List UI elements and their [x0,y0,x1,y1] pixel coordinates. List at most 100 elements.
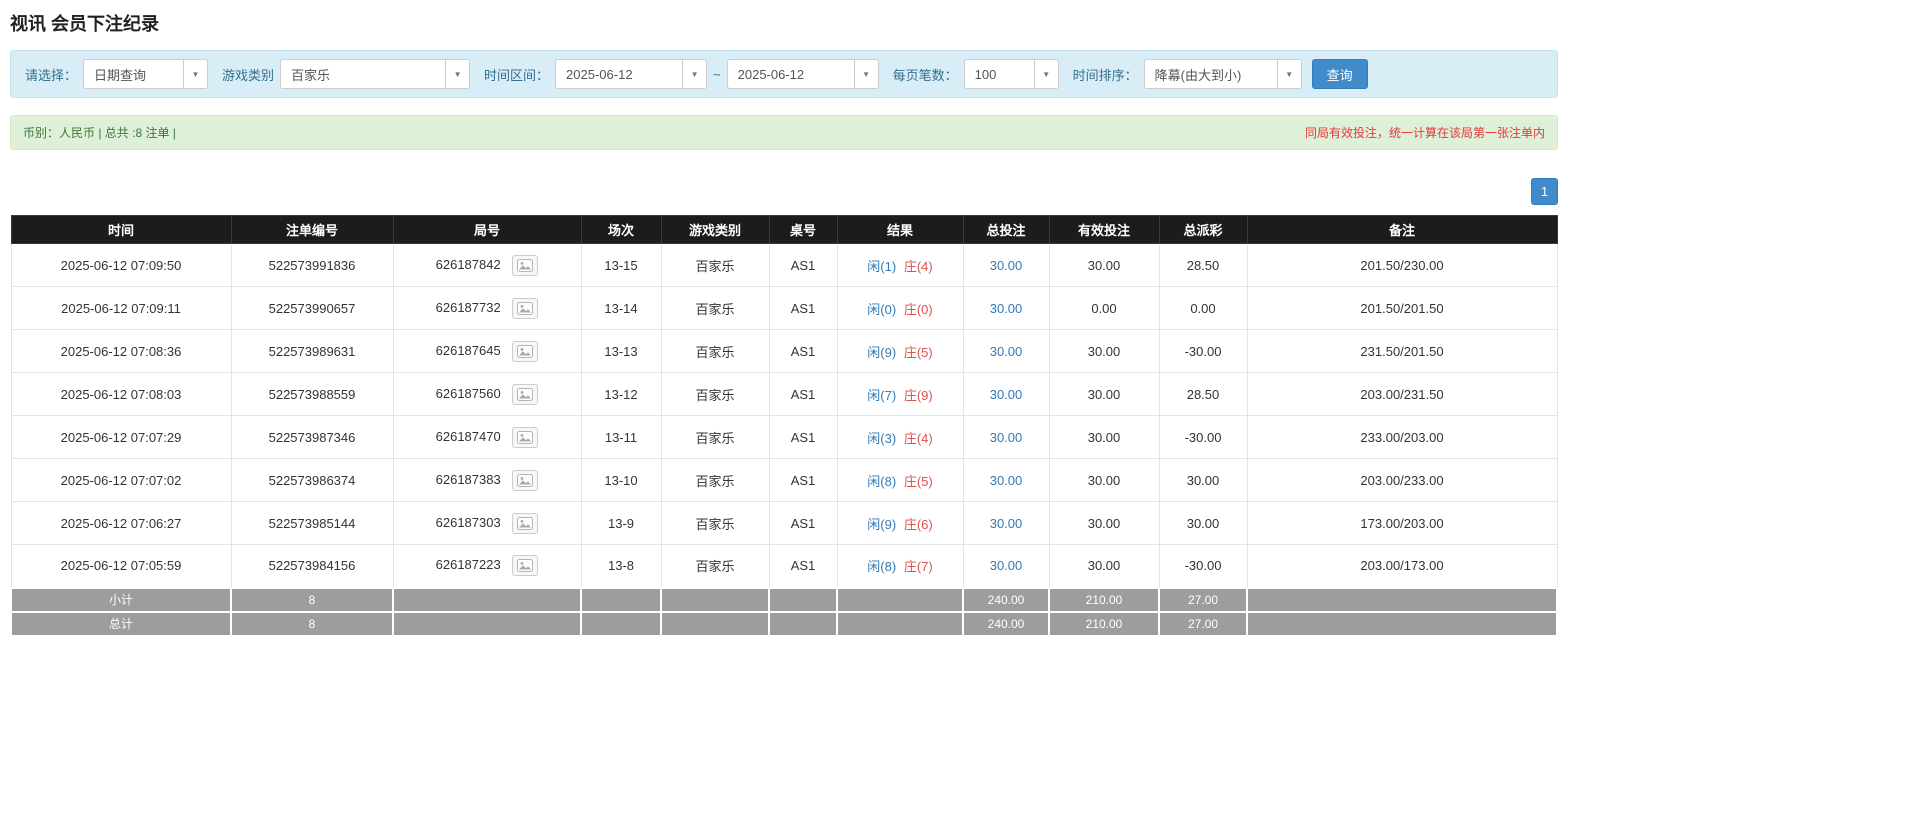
cell-valid-bet: 30.00 [1049,373,1159,416]
grand-total-empty-session [581,612,661,636]
cell-session: 13-13 [581,330,661,373]
grand-total-empty-note [1247,612,1557,636]
grand-total-empty-round [393,612,581,636]
grand-total-valid-bet: 210.00 [1049,612,1159,636]
cell-round: 626187645 [393,330,581,373]
time-range-label: 时间区间： [484,65,549,84]
chevron-down-icon: ▼ [1034,60,1058,88]
cell-total-bet: 30.00 [963,545,1049,588]
cell-total-bet: 30.00 [963,330,1049,373]
cell-table: AS1 [769,330,837,373]
cell-valid-bet: 30.00 [1049,502,1159,545]
round-number: 626187732 [436,299,501,314]
cell-game-type: 百家乐 [661,459,769,502]
result-banker: 庄(5) [904,345,933,360]
table-row: 2025-06-12 07:07:29 522573987346 6261874… [11,416,1557,459]
roadmap-image-icon[interactable] [512,513,538,534]
cell-bet-id: 522573985144 [231,502,393,545]
currency-summary-text: 币别：人民币 | 总共 :8 注单 | [23,124,176,141]
result-player: 闲(9) [867,345,896,360]
cell-game-type: 百家乐 [661,287,769,330]
cell-valid-bet: 30.00 [1049,545,1159,588]
subtotal-empty-game [661,588,769,612]
roadmap-image-icon[interactable] [512,555,538,576]
result-player: 闲(9) [867,517,896,532]
header-valid-bet: 有效投注 [1049,216,1159,244]
grand-total-count: 8 [231,612,393,636]
range-separator: ~ [713,67,721,82]
total-bet-link[interactable]: 30.00 [990,301,1023,316]
bets-table: 时间 注单编号 局号 场次 游戏类别 桌号 结果 总投注 有效投注 总派彩 备注… [10,215,1558,637]
cell-time: 2025-06-12 07:07:29 [11,416,231,459]
cell-payout: 0.00 [1159,287,1247,330]
roadmap-image-icon[interactable] [512,427,538,448]
roadmap-image-icon[interactable] [512,470,538,491]
cell-note: 203.00/173.00 [1247,545,1557,588]
query-type-select[interactable]: 日期查询 ▼ [83,59,208,89]
round-number: 626187383 [436,471,501,486]
chevron-down-icon: ▼ [445,60,469,88]
date-from-select[interactable]: 2025-06-12 ▼ [555,59,707,89]
result-player: 闲(7) [867,388,896,403]
time-sort-select[interactable]: 降幕(由大到小) ▼ [1144,59,1302,89]
summary-bar: 币别：人民币 | 总共 :8 注单 | 同局有效投注，统一计算在该局第一张注单内 [10,115,1558,150]
cell-result: 闲(3) 庄(4) [837,416,963,459]
pagination: 1 [10,178,1558,205]
cell-round: 626187842 [393,244,581,287]
table-body: 2025-06-12 07:09:50 522573991836 6261878… [11,244,1557,588]
header-total-bet: 总投注 [963,216,1049,244]
result-player: 闲(1) [867,259,896,274]
cell-note: 233.00/203.00 [1247,416,1557,459]
header-bet-id: 注单编号 [231,216,393,244]
chevron-down-icon: ▼ [854,60,878,88]
time-sort-value: 降幕(由大到小) [1145,65,1277,84]
total-bet-link[interactable]: 30.00 [990,516,1023,531]
roadmap-image-icon[interactable] [512,341,538,362]
cell-total-bet: 30.00 [963,244,1049,287]
per-page-select[interactable]: 100 ▼ [964,59,1059,89]
header-session: 场次 [581,216,661,244]
round-number: 626187303 [436,514,501,529]
total-bet-link[interactable]: 30.00 [990,558,1023,573]
search-button[interactable]: 查询 [1312,59,1368,89]
header-game-type: 游戏类别 [661,216,769,244]
game-type-label: 游戏类别 [222,65,274,84]
cell-time: 2025-06-12 07:07:02 [11,459,231,502]
cell-result: 闲(9) 庄(6) [837,502,963,545]
subtotal-payout: 27.00 [1159,588,1247,612]
cell-round: 626187383 [393,459,581,502]
total-bet-link[interactable]: 30.00 [990,344,1023,359]
table-row: 2025-06-12 07:06:27 522573985144 6261873… [11,502,1557,545]
date-from-value: 2025-06-12 [556,67,682,82]
cell-session: 13-11 [581,416,661,459]
roadmap-image-icon[interactable] [512,384,538,405]
per-page-value: 100 [965,67,1034,82]
roadmap-image-icon[interactable] [512,255,538,276]
game-type-select[interactable]: 百家乐 ▼ [280,59,470,89]
grand-total-payout: 27.00 [1159,612,1247,636]
total-bet-link[interactable]: 30.00 [990,473,1023,488]
cell-note: 203.00/231.50 [1247,373,1557,416]
cell-total-bet: 30.00 [963,287,1049,330]
header-payout: 总派彩 [1159,216,1247,244]
roadmap-image-icon[interactable] [512,298,538,319]
cell-time: 2025-06-12 07:09:50 [11,244,231,287]
cell-bet-id: 522573991836 [231,244,393,287]
total-bet-link[interactable]: 30.00 [990,258,1023,273]
subtotal-empty-note [1247,588,1557,612]
cell-game-type: 百家乐 [661,330,769,373]
cell-bet-id: 522573988559 [231,373,393,416]
cell-game-type: 百家乐 [661,416,769,459]
cell-round: 626187732 [393,287,581,330]
result-player: 闲(8) [867,559,896,574]
result-player: 闲(0) [867,302,896,317]
cell-note: 203.00/233.00 [1247,459,1557,502]
pagination-page-1[interactable]: 1 [1531,178,1558,205]
header-table: 桌号 [769,216,837,244]
date-to-select[interactable]: 2025-06-12 ▼ [727,59,879,89]
subtotal-count: 8 [231,588,393,612]
cell-table: AS1 [769,502,837,545]
total-bet-link[interactable]: 30.00 [990,430,1023,445]
total-bet-link[interactable]: 30.00 [990,387,1023,402]
query-type-value: 日期查询 [84,65,183,84]
